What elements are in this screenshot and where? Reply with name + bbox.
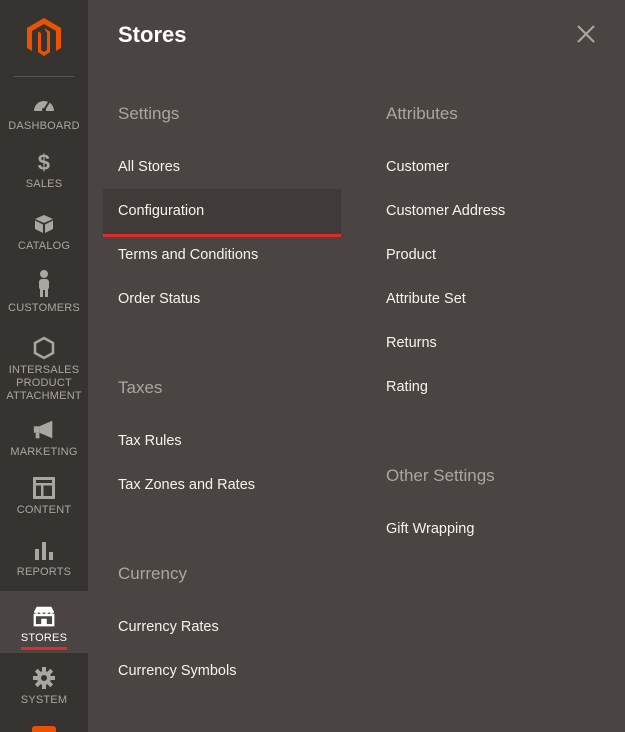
menu-link-customer-address[interactable]: Customer Address	[371, 189, 601, 233]
sidebar-item-dashboard[interactable]: DASHBOARD	[0, 92, 88, 136]
box-icon	[32, 212, 56, 236]
sidebar-item-marketing[interactable]: MARKETING	[0, 418, 88, 462]
sidebar-item-label: SYSTEM	[20, 694, 68, 706]
sidebar-item-reports[interactable]: REPORTS	[0, 538, 88, 582]
menu-link-terms-and-conditions[interactable]: Terms and Conditions	[103, 233, 341, 277]
menu-link-rating[interactable]: Rating	[371, 365, 601, 409]
menu-link-product[interactable]: Product	[371, 233, 601, 277]
sidebar-item-catalog[interactable]: CATALOG	[0, 212, 88, 256]
sidebar-item-label: STORES	[20, 632, 68, 650]
close-icon[interactable]	[574, 22, 598, 46]
admin-sidebar: DASHBOARD $ SALES CATALOG CUSTOMERS INTE…	[0, 0, 88, 732]
menu-link-order-status[interactable]: Order Status	[103, 277, 341, 321]
sidebar-item-sales[interactable]: $ SALES	[0, 150, 88, 194]
sidebar-item-system[interactable]: SYSTEM	[0, 666, 88, 710]
section-heading-attributes: Attributes	[386, 104, 458, 123]
menu-link-gift-wrapping[interactable]: Gift Wrapping	[371, 507, 601, 551]
sidebar-item-content[interactable]: CONTENT	[0, 476, 88, 520]
menu-link-all-stores[interactable]: All Stores	[103, 145, 341, 189]
sidebar-item-label: CUSTOMERS	[8, 302, 80, 314]
sidebar-item-stores[interactable]: STORES	[0, 591, 88, 653]
sidebar-item-customers[interactable]: CUSTOMERS	[0, 270, 88, 314]
section-heading-settings: Settings	[118, 104, 180, 123]
section-heading-other-settings: Other Settings	[386, 466, 495, 485]
hexagon-icon	[32, 336, 56, 360]
sidebar-item-label: CONTENT	[16, 504, 72, 516]
gear-icon	[32, 666, 56, 690]
storefront-icon	[32, 604, 56, 628]
sidebar-item-label: SALES	[25, 178, 63, 190]
section-heading-currency: Currency	[118, 564, 187, 583]
panel-title: Stores	[118, 22, 187, 47]
menu-link-currency-rates[interactable]: Currency Rates	[103, 605, 341, 649]
sidebar-item-intersales-product-attachment[interactable]: INTERSALES PRODUCT ATTACHMENT	[0, 336, 88, 402]
megaphone-icon	[32, 418, 56, 442]
menu-link-tax-zones-and-rates[interactable]: Tax Zones and Rates	[103, 463, 341, 507]
menu-link-currency-symbols[interactable]: Currency Symbols	[103, 649, 341, 693]
magento-logo[interactable]	[0, 0, 88, 76]
logo-divider	[14, 76, 74, 77]
menu-link-tax-rules[interactable]: Tax Rules	[103, 419, 341, 463]
layout-icon	[32, 476, 56, 500]
menu-link-customer[interactable]: Customer	[371, 145, 601, 189]
magento-logo-icon	[27, 18, 61, 56]
person-icon	[32, 270, 56, 298]
bar-chart-icon	[32, 538, 56, 562]
menu-link-attribute-set[interactable]: Attribute Set	[371, 277, 601, 321]
menu-link-configuration[interactable]: Configuration	[103, 189, 341, 237]
menu-link-returns[interactable]: Returns	[371, 321, 601, 365]
sidebar-item-label: CATALOG	[17, 240, 71, 252]
section-heading-taxes: Taxes	[118, 378, 163, 397]
sidebar-item-label: INTERSALES PRODUCT ATTACHMENT	[6, 364, 82, 402]
next-menu-item-icon-partial[interactable]	[32, 726, 56, 732]
dashboard-gauge-icon	[32, 92, 56, 116]
sidebar-item-label: DASHBOARD	[8, 120, 80, 132]
dollar-icon: $	[37, 149, 51, 175]
sidebar-item-label: MARKETING	[10, 446, 78, 458]
sidebar-item-label: REPORTS	[16, 566, 72, 578]
